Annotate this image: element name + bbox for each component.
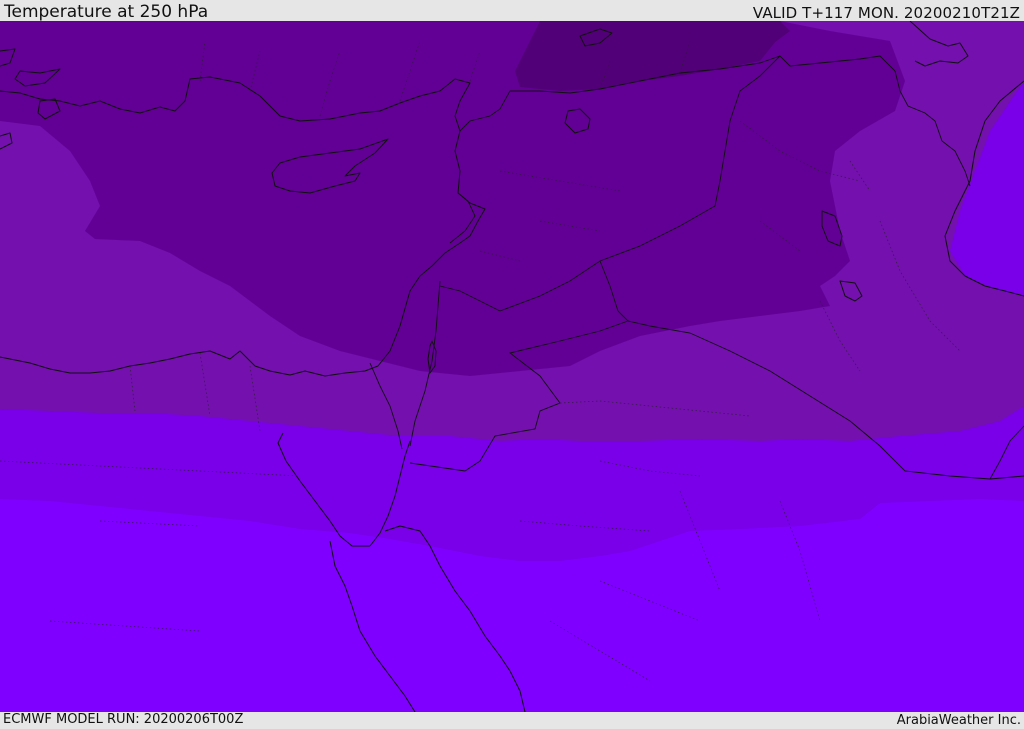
- map-canvas: [0, 21, 1024, 712]
- footer-bar: ECMWF MODEL RUN: 20200206T00Z ArabiaWeat…: [0, 712, 1024, 729]
- model-run: ECMWF MODEL RUN: 20200206T00Z: [3, 712, 244, 727]
- credit: ArabiaWeather Inc.: [896, 713, 1021, 728]
- valid-time: VALID T+117 MON. 20200210T21Z: [752, 4, 1020, 22]
- weather-map[interactable]: [0, 21, 1024, 712]
- map-title: Temperature at 250 hPa: [4, 2, 209, 22]
- header-bar: Temperature at 250 hPa VALID T+117 MON. …: [0, 0, 1024, 21]
